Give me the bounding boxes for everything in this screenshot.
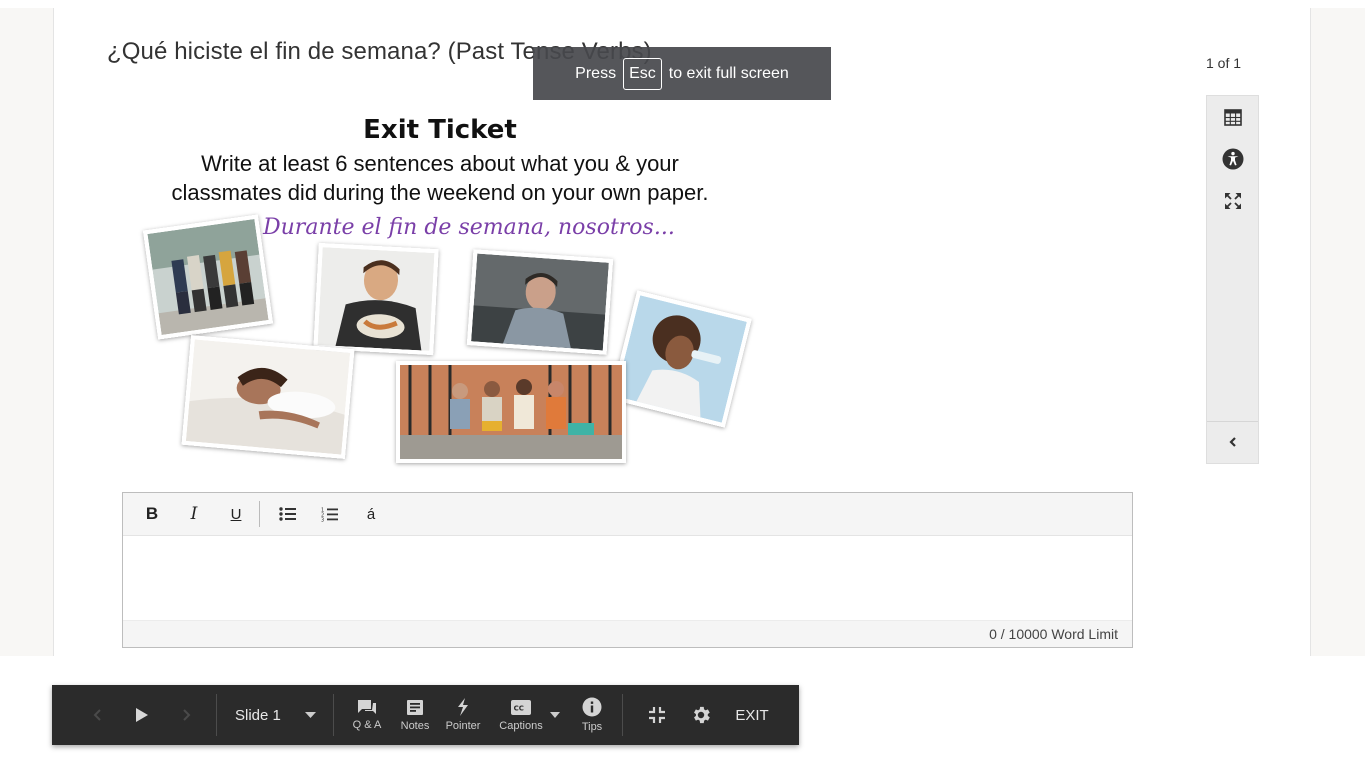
italic-button[interactable]: I <box>173 499 215 529</box>
instruction-line-1: Write at least 6 sentences about what yo… <box>201 151 679 176</box>
right-gutter <box>1310 8 1365 656</box>
calendar-icon <box>1223 109 1242 126</box>
photo-man-on-phone <box>466 249 614 355</box>
captions-label: Captions <box>499 719 543 732</box>
pointer-button[interactable]: Pointer <box>442 685 484 745</box>
instruction-line-2: classmates did during the weekend on you… <box>171 180 709 205</box>
bold-button[interactable]: B <box>131 499 173 529</box>
exit-button[interactable]: EXIT <box>730 685 774 745</box>
response-editor: B I U 1 2 3 á 0 / 10000 Word Limit <box>122 492 1133 648</box>
notes-button[interactable]: Notes <box>396 685 434 745</box>
photo-people-walking <box>142 214 274 340</box>
photo-man-eating <box>313 242 439 356</box>
accent-characters-button[interactable]: á <box>350 499 392 529</box>
fullscreen-notice-suffix: to exit full screen <box>668 64 789 82</box>
photo-woman-drinking <box>610 290 752 428</box>
notes-label: Notes <box>400 719 430 732</box>
side-panel-divider <box>1207 421 1258 422</box>
svg-text:CC: CC <box>514 704 524 712</box>
slide-content: Exit Ticket Write at least 6 sentences a… <box>130 108 755 470</box>
play-icon <box>136 708 148 722</box>
qa-label: Q & A <box>352 719 382 731</box>
response-text-area[interactable] <box>123 536 1132 620</box>
control-divider <box>216 694 217 736</box>
qa-button[interactable]: Q & A <box>348 685 386 745</box>
word-count: 0 <box>989 626 997 642</box>
numbered-list-button[interactable]: 1 2 3 <box>308 499 350 529</box>
chat-bubbles-icon <box>358 700 376 714</box>
svg-text:3: 3 <box>321 517 324 522</box>
caret-down-icon <box>550 712 560 718</box>
editor-toolbar: B I U 1 2 3 á <box>123 493 1132 536</box>
notes-icon <box>407 699 423 715</box>
presentation-control-bar: Slide 1 Q & A Notes Pointer CC Captions <box>52 685 799 745</box>
control-divider <box>622 694 623 736</box>
accessibility-button[interactable] <box>1207 141 1258 177</box>
laser-pointer-icon <box>458 698 468 716</box>
side-tool-panel <box>1206 95 1259 464</box>
sentence-starter: Durante el fin de semana, nosotros... <box>263 215 675 240</box>
caret-down-icon <box>304 712 316 718</box>
slide-select-value: Slide 1 <box>235 706 281 724</box>
captions-options-button[interactable] <box>548 685 562 745</box>
word-limit-text: / 10000 Word Limit <box>1000 626 1118 642</box>
chevron-left-icon <box>93 709 101 721</box>
control-divider <box>333 694 334 736</box>
bulleted-list-icon <box>278 507 296 521</box>
pointer-label: Pointer <box>445 720 481 732</box>
numbered-list-icon: 1 2 3 <box>321 507 338 522</box>
expand-icon <box>1224 193 1241 209</box>
gear-icon <box>694 706 710 724</box>
play-button[interactable] <box>128 685 156 745</box>
fullscreen-toggle-button[interactable] <box>1207 183 1258 219</box>
chevron-left-icon <box>1228 437 1236 447</box>
captions-button[interactable]: CC Captions <box>496 685 546 745</box>
word-limit-footer: 0 / 10000 Word Limit <box>123 620 1132 647</box>
toolbar-divider <box>259 501 260 527</box>
fullscreen-notice-prefix: Press <box>575 64 617 82</box>
accessibility-icon <box>1222 148 1243 170</box>
bulleted-list-button[interactable] <box>266 499 308 529</box>
slide-counter: 1 of 1 <box>1206 55 1242 71</box>
photo-friends-group <box>396 361 626 463</box>
photo-woman-sleeping <box>181 335 355 459</box>
tips-label: Tips <box>581 721 603 733</box>
exit-ticket-heading: Exit Ticket <box>363 115 517 145</box>
info-icon <box>582 697 602 717</box>
chevron-right-icon <box>183 709 191 721</box>
collapse-icon <box>649 707 665 723</box>
esc-key-badge: Esc <box>623 57 662 90</box>
collapse-panel-button[interactable] <box>1207 424 1258 460</box>
previous-slide-button[interactable] <box>86 685 110 745</box>
calendar-button[interactable] <box>1207 99 1258 135</box>
exit-fullscreen-button[interactable] <box>642 685 672 745</box>
settings-button[interactable] <box>686 685 716 745</box>
underline-button[interactable]: U <box>215 499 257 529</box>
next-slide-button[interactable] <box>174 685 198 745</box>
fullscreen-notice: Press Esc to exit full screen <box>533 47 831 100</box>
slide-select[interactable]: Slide 1 <box>235 685 316 745</box>
tips-button[interactable]: Tips <box>574 685 610 745</box>
closed-captions-icon: CC <box>511 699 531 715</box>
left-gutter <box>0 8 54 656</box>
